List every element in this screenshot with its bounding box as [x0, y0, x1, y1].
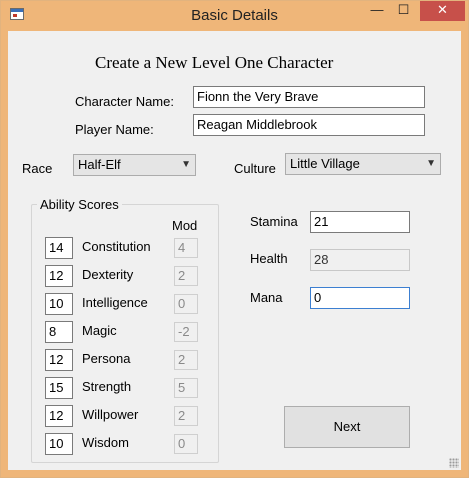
character-name-label: Character Name:	[75, 94, 174, 109]
ability-score-input[interactable]: 8	[45, 321, 73, 343]
race-selected-value: Half-Elf	[78, 157, 121, 172]
page-title: Create a New Level One Character	[95, 53, 334, 72]
ability-name-label: Willpower	[82, 407, 139, 422]
ability-scores-group-title: Ability Scores	[37, 197, 122, 212]
character-name-input[interactable]: Fionn the Very Brave	[193, 86, 425, 108]
race-select[interactable]: Half-Elf ▼	[73, 154, 196, 176]
ability-name-label: Dexterity	[82, 267, 134, 282]
ability-mod-field: 2	[174, 406, 198, 426]
next-button[interactable]: Next	[284, 406, 410, 448]
chevron-down-icon: ▼	[426, 158, 436, 169]
race-label: Race	[22, 161, 53, 176]
minimize-button[interactable]: —	[364, 1, 390, 21]
ability-mod-field: 5	[174, 378, 198, 398]
player-name-label: Player Name:	[75, 122, 154, 137]
ability-name-label: Intelligence	[82, 295, 148, 310]
player-name-input[interactable]: Reagan Middlebrook	[193, 114, 425, 136]
ability-mod-field: 0	[174, 294, 198, 314]
culture-label: Culture	[234, 161, 276, 176]
health-label: Health	[250, 251, 288, 266]
health-field: 28	[310, 249, 410, 271]
maximize-button[interactable]: ☐	[390, 1, 417, 21]
ability-mod-field: 2	[174, 350, 198, 370]
ability-score-input[interactable]: 12	[45, 265, 73, 287]
stamina-label: Stamina	[250, 214, 298, 229]
mana-label: Mana	[250, 290, 283, 305]
ability-score-input[interactable]: 12	[45, 405, 73, 427]
mana-field[interactable]: 0	[310, 287, 410, 309]
ability-mod-field: -2	[174, 322, 198, 342]
ability-mod-field: 0	[174, 434, 198, 454]
ability-score-input[interactable]: 10	[45, 433, 73, 455]
ability-name-label: Persona	[82, 351, 131, 366]
culture-selected-value: Little Village	[290, 156, 360, 171]
ability-score-input[interactable]: 10	[45, 293, 73, 315]
close-button[interactable]: ✕	[420, 1, 465, 21]
app-window: Basic Details — ☐ ✕ Create a New Level O…	[0, 0, 469, 478]
culture-select[interactable]: Little Village ▼	[285, 153, 441, 175]
mod-column-header: Mod	[172, 218, 198, 233]
stamina-field[interactable]: 21	[310, 211, 410, 233]
ability-name-label: Strength	[82, 379, 132, 394]
resize-grip-icon[interactable]	[449, 458, 459, 468]
chevron-down-icon: ▼	[181, 159, 191, 170]
ability-mod-field: 2	[174, 266, 198, 286]
ability-mod-field: 4	[174, 238, 198, 258]
ability-score-input[interactable]: 15	[45, 377, 73, 399]
ability-score-input[interactable]: 14	[45, 237, 73, 259]
ability-name-label: Wisdom	[82, 435, 129, 450]
title-bar[interactable]: Basic Details — ☐ ✕	[1, 1, 468, 31]
ability-name-label: Magic	[82, 323, 117, 338]
form-body: Create a New Level One Character Charact…	[8, 31, 461, 470]
ability-name-label: Constitution	[82, 239, 151, 254]
ability-score-input[interactable]: 12	[45, 349, 73, 371]
